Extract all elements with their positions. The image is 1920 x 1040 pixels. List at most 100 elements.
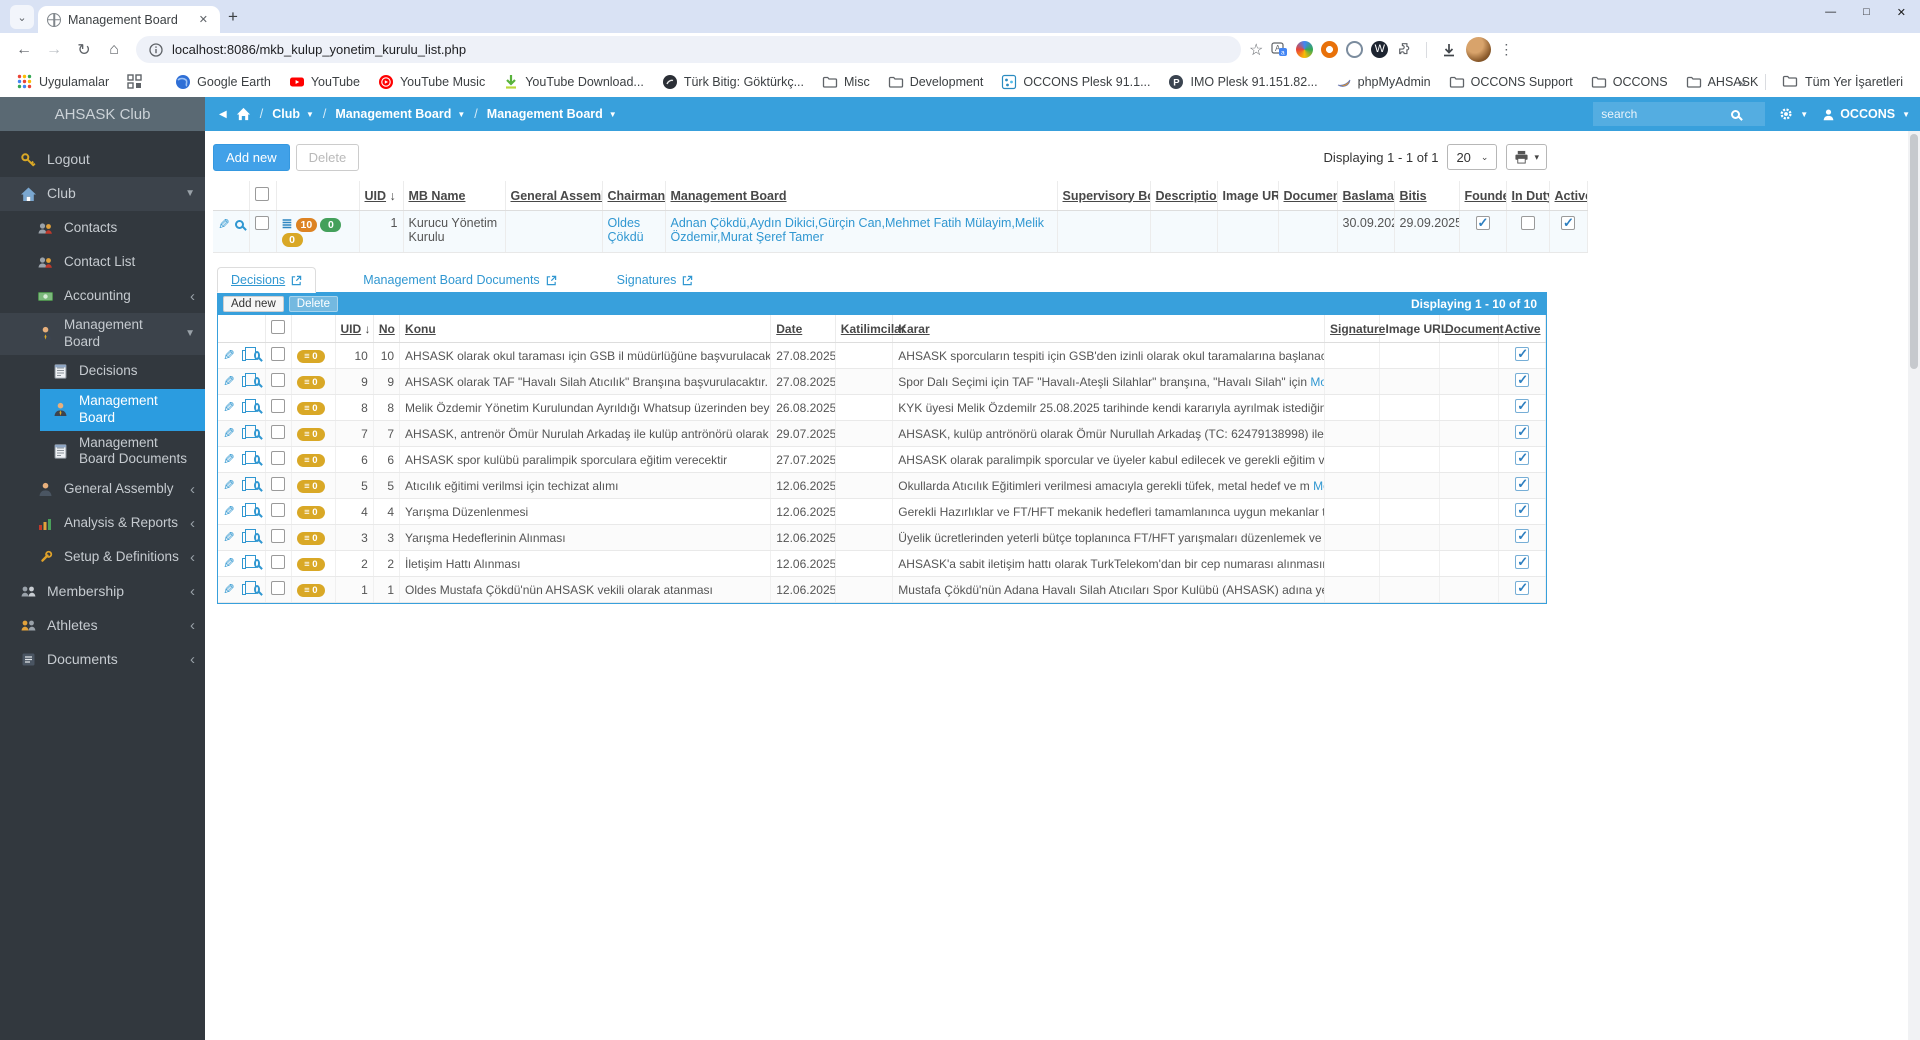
active-checkbox[interactable]	[1515, 373, 1529, 387]
row-checkbox[interactable]	[271, 347, 285, 361]
bookmarks-overflow-chevron[interactable]: »	[1728, 74, 1756, 90]
documents-count-badge[interactable]: 0	[320, 218, 341, 232]
home-button[interactable]: ⌂	[100, 36, 128, 64]
row-checkbox[interactable]	[271, 503, 285, 517]
sidebar-item-management-board[interactable]: Management Board	[40, 389, 205, 431]
col-active[interactable]: Active	[1549, 181, 1587, 211]
sidebar-item-athletes[interactable]: Athletes‹	[0, 608, 205, 642]
decision-row[interactable]: ✎ ≡ 0 4 4 Yarışma Düzenlenmesi 12.06.202…	[218, 499, 1546, 525]
print-button[interactable]: ▾	[1506, 144, 1547, 170]
sidebar-item-membership[interactable]: Membership‹	[0, 574, 205, 608]
extension-w-icon[interactable]: W	[1371, 41, 1388, 58]
extension-pinwheel-icon[interactable]	[1296, 41, 1313, 58]
bookmark-item[interactable]: OCCONS Support	[1442, 71, 1580, 93]
active-checkbox[interactable]	[1515, 555, 1529, 569]
add-new-button[interactable]: Add new	[213, 144, 290, 171]
view-icon[interactable]	[254, 351, 260, 360]
decision-row[interactable]: ✎ ≡ 0 8 8 Melik Özdemir Yönetim Kurulund…	[218, 395, 1546, 421]
window-minimize-button[interactable]: —	[1825, 6, 1836, 19]
edit-icon[interactable]: ✎	[223, 347, 235, 364]
extension-orange-icon[interactable]	[1321, 41, 1338, 58]
active-checkbox[interactable]	[1515, 581, 1529, 595]
col-konu[interactable]: Konu	[400, 315, 771, 343]
col-document[interactable]: Document	[1439, 315, 1499, 343]
col-active[interactable]: Active	[1499, 315, 1546, 343]
downloads-icon[interactable]	[1440, 41, 1458, 59]
reload-button[interactable]: ↻	[70, 36, 98, 64]
sidebar-item-documents[interactable]: Documents‹	[0, 642, 205, 676]
view-icon[interactable]	[235, 220, 244, 229]
decision-row[interactable]: ✎ ≡ 0 10 10 AHSASK olarak okul taraması …	[218, 343, 1546, 369]
breadcrumb-home[interactable]	[236, 107, 251, 121]
col-supervisory-board[interactable]: Supervisory Board	[1057, 181, 1150, 211]
attachments-badge[interactable]: ≡ 0	[297, 428, 324, 441]
page-scrollbar[interactable]	[1908, 131, 1920, 1040]
decision-row[interactable]: ✎ ≡ 0 5 5 Atıcılık eğitimi verilmsi için…	[218, 473, 1546, 499]
search-input[interactable]	[1601, 107, 1731, 121]
all-bookmarks-folder[interactable]: Tüm Yer İşaretleri	[1775, 70, 1910, 93]
forward-button[interactable]: →	[40, 36, 68, 64]
row-checkbox[interactable]	[271, 451, 285, 465]
decisions-count-badge[interactable]: 10	[296, 218, 317, 232]
edit-icon[interactable]: ✎	[223, 529, 235, 546]
attachments-badge[interactable]: ≡ 0	[297, 532, 324, 545]
tab-close-icon[interactable]: ✕	[196, 11, 211, 28]
browser-menu-icon[interactable]: ⋮	[1499, 41, 1513, 58]
translate-icon[interactable]: Aa	[1271, 41, 1288, 58]
row-checkbox[interactable]	[255, 216, 269, 230]
window-maximize-button[interactable]: □	[1863, 6, 1870, 19]
more-link[interactable]: More ...	[1310, 375, 1324, 389]
sidebar-item-general-assembly[interactable]: General Assembly‹	[0, 472, 205, 506]
more-link[interactable]: More ...	[1313, 479, 1324, 493]
attachments-badge[interactable]: ≡ 0	[297, 558, 324, 571]
tab-signatures[interactable]: Signatures	[604, 268, 707, 292]
copy-icon[interactable]	[242, 506, 246, 517]
col-document[interactable]: Document	[1278, 181, 1337, 211]
copy-icon[interactable]	[242, 376, 246, 387]
detail-list-icon[interactable]: ≣	[282, 216, 293, 231]
tab-management-board-documents[interactable]: Management Board Documents	[350, 268, 569, 292]
bookmark-item[interactable]	[120, 71, 150, 93]
col-uid[interactable]: UID ↓	[359, 181, 403, 211]
copy-icon[interactable]	[242, 350, 246, 361]
address-bar[interactable]: localhost:8086/mkb_kulup_yonetim_kurulu_…	[136, 36, 1241, 63]
view-icon[interactable]	[254, 507, 260, 516]
active-checkbox[interactable]	[1515, 503, 1529, 517]
signatures-count-badge[interactable]: 0	[282, 233, 303, 247]
sidebar-item-analysis-reports[interactable]: Analysis & Reports‹	[0, 506, 205, 540]
edit-icon[interactable]: ✎	[218, 216, 230, 233]
edit-icon[interactable]: ✎	[223, 451, 235, 468]
decision-row[interactable]: ✎ ≡ 0 1 1 Oldes Mustafa Çökdü'nün AHSASK…	[218, 577, 1546, 603]
view-icon[interactable]	[254, 481, 260, 490]
breadcrumb-management-board[interactable]: Management Board▼	[335, 107, 465, 121]
extension-lens-icon[interactable]	[1346, 41, 1363, 58]
sidebar-item-management-board-documents[interactable]: Management Board Documents	[0, 431, 205, 473]
view-icon[interactable]	[254, 559, 260, 568]
edit-icon[interactable]: ✎	[223, 581, 235, 598]
decision-row[interactable]: ✎ ≡ 0 3 3 Yarışma Hedeflerinin Alınması …	[218, 525, 1546, 551]
chairman-link[interactable]: Oldes Çökdü	[608, 216, 644, 244]
bookmark-item[interactable]: Development	[881, 71, 991, 93]
sidebar-collapse-icon[interactable]: ◀	[219, 109, 227, 120]
select-all-checkbox[interactable]	[271, 320, 285, 334]
col-description[interactable]: Description	[1150, 181, 1217, 211]
edit-icon[interactable]: ✎	[223, 399, 235, 416]
bookmark-item[interactable]: OCCONS	[1584, 71, 1675, 93]
attachments-badge[interactable]: ≡ 0	[297, 376, 324, 389]
edit-icon[interactable]: ✎	[223, 373, 235, 390]
search-icon[interactable]	[1731, 110, 1740, 119]
col-management-board[interactable]: Management Board	[665, 181, 1057, 211]
tab-search-button[interactable]: ⌄	[10, 5, 34, 29]
sidebar-item-management-board[interactable]: Management Board▼	[0, 313, 205, 355]
col-no[interactable]: No	[373, 315, 399, 343]
row-checkbox[interactable]	[271, 373, 285, 387]
view-icon[interactable]	[254, 455, 260, 464]
profile-avatar[interactable]	[1466, 37, 1491, 62]
decisions-delete-button[interactable]: Delete	[289, 296, 338, 312]
col-date[interactable]: Date	[771, 315, 836, 343]
copy-icon[interactable]	[242, 402, 246, 413]
col-karar[interactable]: Karar	[893, 315, 1325, 343]
edit-icon[interactable]: ✎	[223, 503, 235, 520]
active-checkbox[interactable]	[1515, 347, 1529, 361]
row-checkbox[interactable]	[271, 477, 285, 491]
